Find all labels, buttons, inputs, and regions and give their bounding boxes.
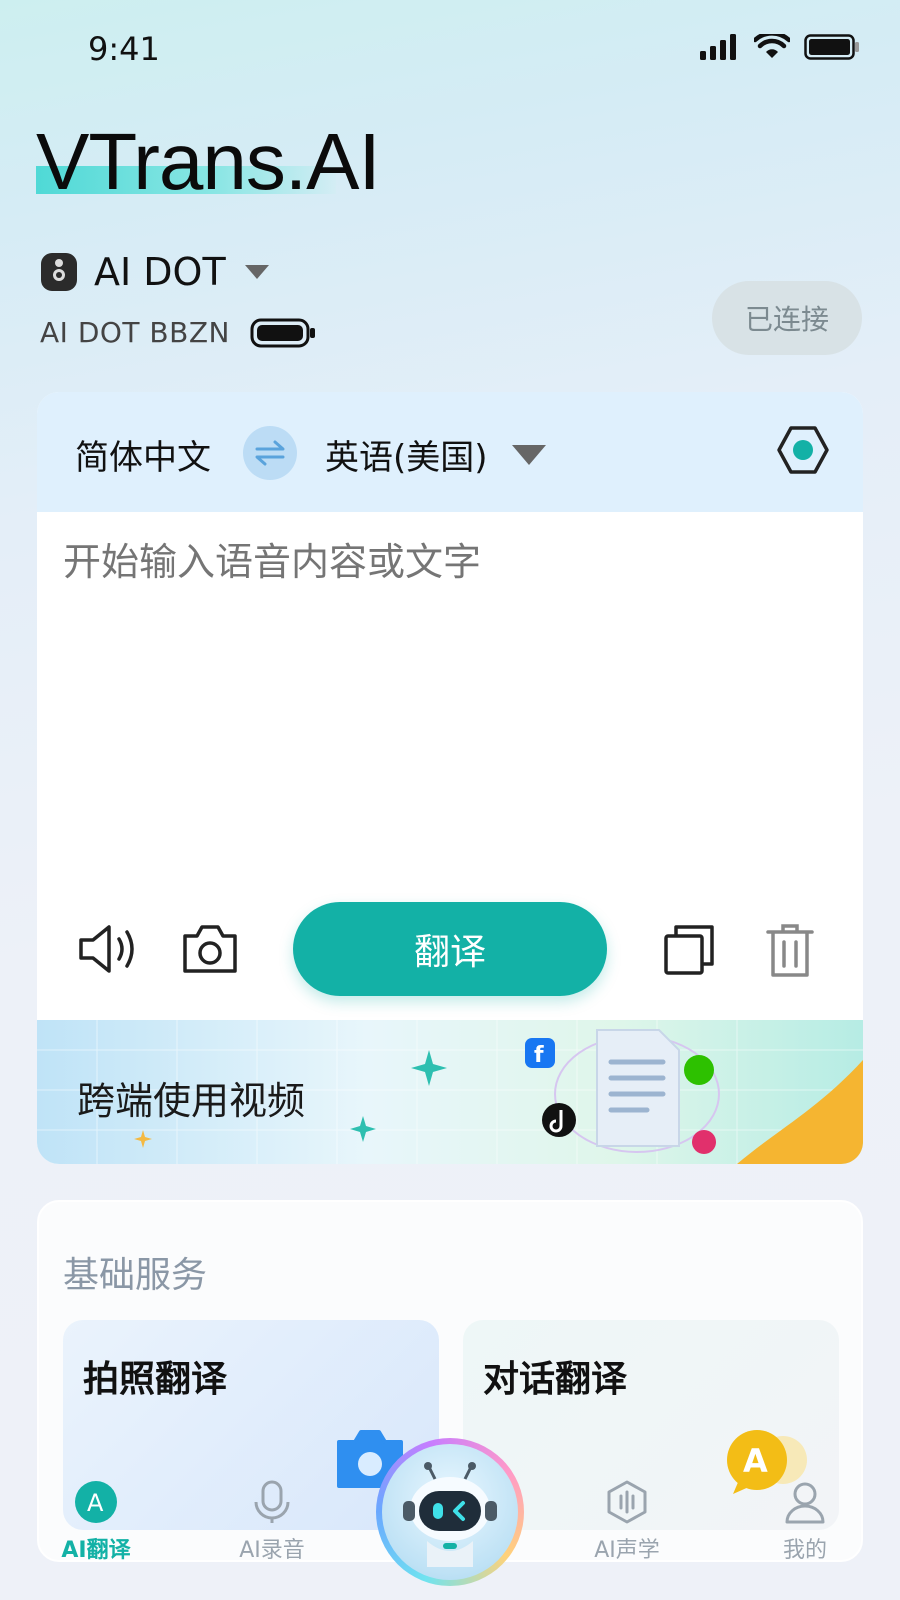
acoustics-icon xyxy=(607,1480,647,1524)
nav-label-ai-acoustics: AI声学 xyxy=(594,1538,660,1563)
device-battery-icon xyxy=(250,318,315,347)
brand-logo: VTrans.AI xyxy=(36,116,381,208)
signal-icon xyxy=(700,34,736,60)
translate-button[interactable]: 翻译 xyxy=(293,902,607,996)
banner-title: 跨端使用视频 xyxy=(77,1079,306,1123)
translation-card: 简体中文 英语(美国) 翻译 xyxy=(37,392,863,1164)
chevron-down-icon xyxy=(244,265,269,279)
cross-platform-banner[interactable]: f 跨端使用视频 xyxy=(37,1020,863,1164)
device-selector[interactable]: AI DOT xyxy=(40,250,270,294)
copy-icon[interactable] xyxy=(663,924,715,976)
translation-input[interactable] xyxy=(63,542,823,585)
device-name: AI DOT xyxy=(94,250,226,294)
swap-icon xyxy=(255,440,285,466)
photo-translate-label: 拍照翻译 xyxy=(83,1359,228,1400)
translate-icon: A xyxy=(75,1481,117,1523)
status-icons xyxy=(700,34,860,60)
ai-assistant-button[interactable] xyxy=(376,1438,524,1586)
wifi-icon xyxy=(754,34,790,58)
nav-label-ai-record: AI录音 xyxy=(239,1538,305,1563)
camera-icon[interactable] xyxy=(181,924,239,974)
status-time: 9:41 xyxy=(88,30,160,68)
battery-icon xyxy=(804,34,859,60)
services-title: 基础服务 xyxy=(63,1255,208,1296)
ai-dot-device-icon xyxy=(41,253,77,291)
robot-icon xyxy=(403,1462,497,1567)
settings-hex-icon[interactable] xyxy=(777,426,829,474)
dialog-translate-label: 对话翻译 xyxy=(483,1359,628,1400)
language-bar: 简体中文 英语(美国) xyxy=(37,392,863,512)
robot-avatar xyxy=(382,1444,518,1580)
nav-label-ai-translate: AI翻译 xyxy=(61,1538,131,1563)
nav-item-ai-record[interactable]: AI录音 xyxy=(207,1480,337,1564)
target-language[interactable]: 英语(美国) xyxy=(325,430,488,479)
nav-label-profile: 我的 xyxy=(782,1538,827,1563)
app-title: VTrans.AI xyxy=(36,117,381,206)
microphone-icon xyxy=(254,1480,290,1523)
nav-item-ai-translate[interactable]: A AI翻译 xyxy=(31,1480,161,1564)
target-language-dropdown-icon[interactable] xyxy=(511,444,547,466)
svg-text:A: A xyxy=(743,1442,768,1480)
svg-text:A: A xyxy=(87,1489,104,1517)
source-language[interactable]: 简体中文 xyxy=(75,430,211,479)
nav-item-profile[interactable]: 我的 xyxy=(740,1480,870,1564)
swap-languages-button[interactable] xyxy=(243,426,297,480)
svg-text:f: f xyxy=(534,1043,544,1068)
connection-status-button[interactable]: 已连接 xyxy=(712,281,862,355)
device-id: AI DOT BBZN xyxy=(40,316,230,349)
speaker-icon[interactable] xyxy=(77,924,139,974)
nav-item-ai-acoustics[interactable]: AI声学 xyxy=(562,1480,692,1564)
trash-icon[interactable] xyxy=(765,922,815,978)
device-info: AI DOT BBZN xyxy=(40,316,316,349)
profile-icon xyxy=(785,1482,825,1524)
